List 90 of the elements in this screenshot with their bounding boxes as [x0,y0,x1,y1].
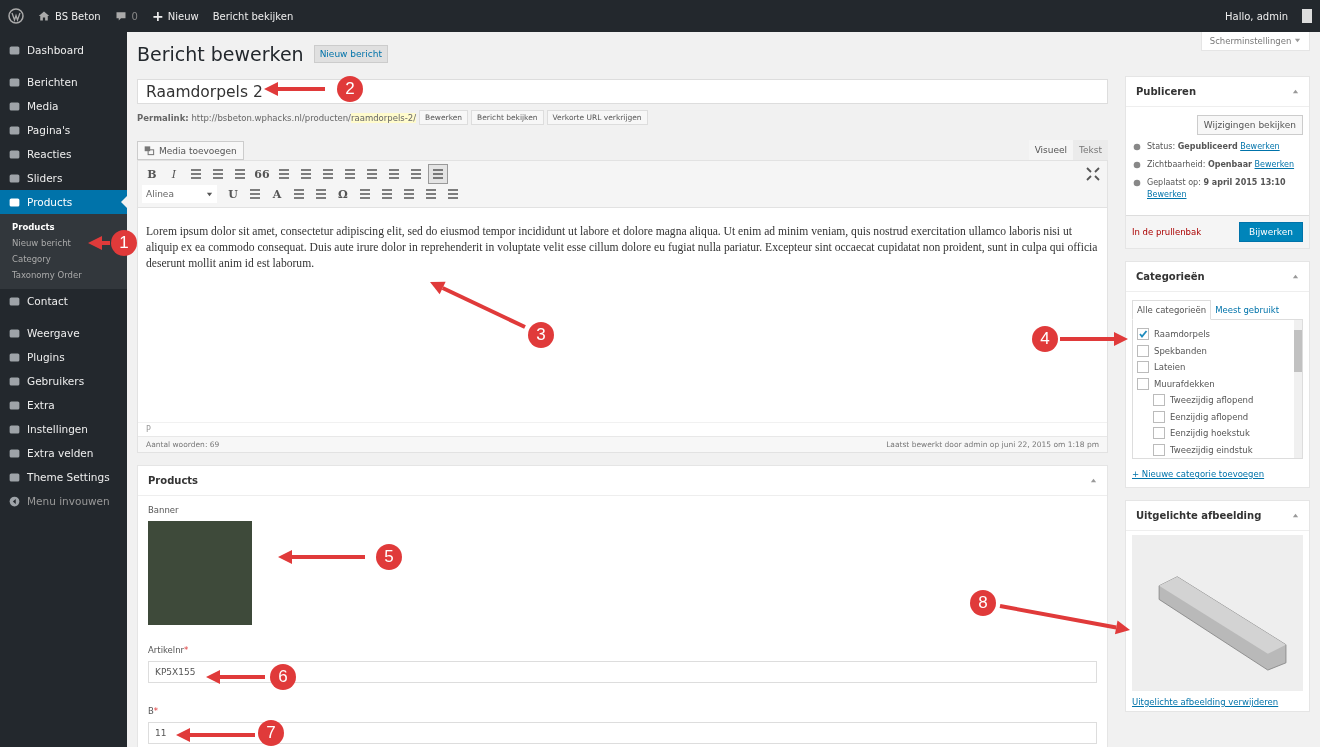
sidebar-item[interactable]: Extra [0,393,127,417]
page-title: Bericht bewerken [137,43,304,65]
body-paragraph: Lorem ipsum dolor sit amet, consectetur adipiscing elit, sed do eiusmod tempor incididunt ut labore et dolore magna aliqua. Ut enim ad minim veniam, quis nostrud exercitation ullamco laboris nisi ut aliquip ex ea commodo consequat. Duis aute irure dolor in reprehenderit in voluptate velit esse cillum dolore eu fugiat nulla pariatur. Excepteur sint occaecat cupidatat non proident, sunt in culpa qui officia deserunt mollit anim id est laborum. [146,224,1099,272]
sidebar-item[interactable]: Theme Settings [0,465,127,489]
category-label: Muurafdekken [1154,378,1215,389]
text-color-button[interactable]: A [267,184,287,204]
category-label: Raamdorpels [1154,329,1210,340]
underline-button[interactable]: U [223,184,243,204]
collapse-arrow-icon[interactable] [1292,273,1299,280]
checkbox[interactable] [1137,377,1149,390]
home-icon [38,10,50,22]
italic-button[interactable]: I [164,164,184,184]
caret-icon [206,190,213,198]
sidebar-item[interactable]: Media [0,94,127,118]
format-select[interactable]: Alinea [142,185,217,203]
editor-tab[interactable]: Visueel [1028,140,1074,160]
box-title: Publiceren [1136,86,1196,97]
sidebar-item[interactable]: Products [0,190,127,214]
field-label: B* [148,706,160,716]
view-post-link[interactable]: Bericht bekijken [212,10,294,22]
trash-link[interactable]: In de prullenbak [1132,227,1202,237]
screen-options-tab[interactable]: Scherminstellingen [1200,32,1310,51]
add-media-button[interactable]: Media toevoegen [137,141,244,160]
comments-link[interactable]: 0 [114,10,138,22]
checkbox[interactable] [1137,344,1149,357]
scrollbar[interactable] [1294,320,1302,458]
callout-number: 1 [111,230,137,256]
edit-link[interactable]: Bewerken [1254,160,1295,169]
category-label: Spekbanden [1154,345,1207,356]
checkbox[interactable] [1153,394,1165,407]
sidebar-item[interactable]: Weergave [0,321,127,345]
remove-image-link[interactable]: Uitgelichte afbeelding verwijderen [1132,697,1303,707]
category-label: Tweezijdig eindstuk [1170,444,1253,455]
quote-button[interactable]: 66 [252,164,272,184]
category-tab[interactable]: Meest gebruikt [1211,300,1283,320]
add-category-link[interactable]: + Nieuwe categorie toevoegen [1132,469,1303,479]
collapse-arrow-icon[interactable] [1292,88,1299,95]
category-label: Eenzijdig hoekstuk [1170,428,1250,439]
toolbar-toggle-icon[interactable] [428,164,448,184]
sidebar-item[interactable]: Dashboard [0,38,127,62]
sidebar-item[interactable]: Extra velden [0,441,127,465]
collapse-arrow-icon[interactable] [1090,477,1097,484]
category-label: Lateien [1154,362,1186,373]
bold-button[interactable]: B [142,164,162,184]
omega-button[interactable]: Ω [333,184,353,204]
new-post-button[interactable]: Nieuw bericht [313,45,388,63]
sidebar-item[interactable]: Gebruikers [0,369,127,393]
collapse-icon [8,494,21,508]
site-link[interactable]: BS Beton [38,10,101,22]
box-title: Uitgelichte afbeelding [1136,510,1262,521]
sidebar-item[interactable]: Reacties [0,142,127,166]
caret-icon [1294,37,1301,44]
wordpress-logo-icon[interactable] [8,8,24,24]
checkbox[interactable] [1153,410,1165,423]
submenu-item[interactable]: Nieuw bericht [0,235,71,251]
sidebar-item[interactable]: Instellingen [0,417,127,441]
permalink-text: Permalink: http://bsbeton.wphacks.nl/producten/raamdorpels-2/ [137,112,417,123]
publish-info: Geplaatst op: 9 april 2015 13:10 Bewerken [1147,177,1287,201]
collapse-arrow-icon[interactable] [1292,512,1299,519]
category-tab[interactable]: Alle categorieën [1132,300,1212,320]
avatar [1302,9,1312,23]
field-label: Artikelnr* [148,645,190,655]
sidebar-item[interactable]: Sliders [0,166,127,190]
box-title: Categorieën [1136,271,1205,282]
field-label: Banner [148,505,180,515]
checkbox[interactable] [1137,361,1149,374]
sidebar-item[interactable]: Plugins [0,345,127,369]
sidebar-item[interactable]: Pagina's [0,118,127,142]
update-button[interactable]: Bijwerken [1239,222,1303,242]
account-link[interactable]: Hallo, admin [1225,10,1288,22]
sidebar-item[interactable]: Contact [0,289,127,313]
edit-link[interactable]: Bewerken [1147,190,1187,199]
checkbox[interactable] [1153,427,1165,440]
new-link[interactable]: + Nieuw [152,8,199,24]
preview-changes-button[interactable]: Wijzigingen bekijken [1196,115,1303,135]
publish-info: Status: Gepubliceerd Bewerken [1147,141,1280,153]
callout-number: 2 [337,76,363,102]
publish-info: Zichtbaarheid: Openbaar Bewerken [1147,159,1295,171]
sidebar-item[interactable]: Berichten [0,70,127,94]
checkbox[interactable] [1137,328,1149,341]
category-label: Eenzijdig aflopend [1170,411,1249,422]
edit-link[interactable]: Bewerken [1240,142,1280,151]
submenu-item[interactable]: Products [0,219,55,235]
box-title: Products [148,475,199,486]
collapse-menu-button[interactable]: Menu invouwen [0,489,127,513]
category-label: Tweezijdig aflopend [1170,395,1254,406]
checkbox[interactable] [1153,443,1165,456]
submenu-item[interactable]: Category [0,251,51,267]
submenu-item[interactable]: Taxonomy Order [0,267,82,283]
editor-tab[interactable]: Tekst [1073,140,1108,160]
